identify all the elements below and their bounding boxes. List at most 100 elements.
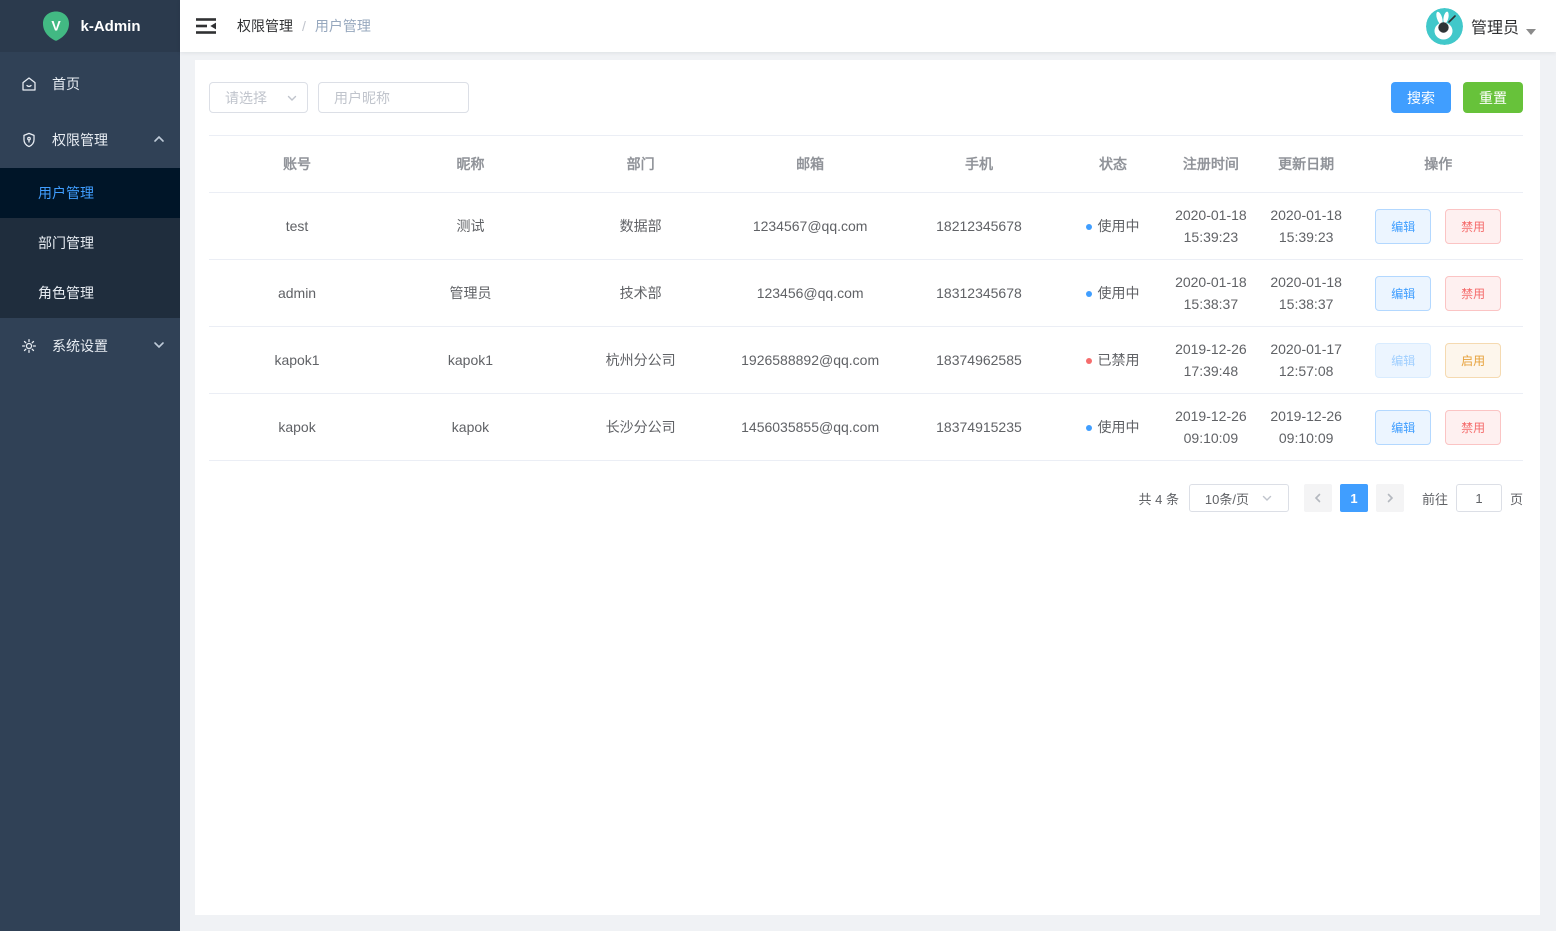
page-content: 请选择 搜索 重置 账号	[180, 52, 1556, 931]
table-row: kapok1 kapok1 杭州分公司 1926588892@qq.com 18…	[209, 326, 1523, 394]
status-badge: 使用中	[1097, 217, 1140, 234]
goto-page-input[interactable]	[1455, 484, 1502, 512]
caret-down-icon	[1526, 29, 1536, 35]
logo-text: k-Admin	[80, 17, 141, 35]
reset-button[interactable]: 重置	[1463, 82, 1523, 113]
edit-button[interactable]: 编辑	[1375, 275, 1432, 311]
cell-register-time: 2020-01-18 15:39:23	[1162, 192, 1259, 260]
status-dot-icon	[1086, 424, 1093, 431]
user-dropdown[interactable]: 管理员	[1425, 7, 1536, 45]
chevron-down-icon	[287, 95, 297, 101]
disable-button[interactable]: 禁用	[1445, 409, 1502, 445]
cell-phone: 18374915235	[894, 393, 1064, 461]
cell-email: 1456035855@qq.com	[725, 393, 895, 461]
total-count: 共 4 条	[1138, 491, 1179, 507]
status-dot-icon	[1086, 357, 1093, 364]
goto-label: 前往	[1421, 491, 1448, 507]
breadcrumb-item[interactable]: 权限管理	[237, 16, 293, 36]
sidebar-collapse-icon[interactable]	[196, 17, 216, 35]
cell-status: 使用中	[1063, 259, 1163, 327]
cell-nickname: kapok1	[385, 326, 556, 394]
cell-status: 已禁用	[1063, 326, 1163, 394]
page-number-button[interactable]: 1	[1339, 484, 1368, 512]
column-header-register-time: 注册时间	[1162, 135, 1259, 193]
header: 权限管理 / 用户管理 管理员	[180, 0, 1556, 52]
chevron-up-icon	[153, 132, 165, 148]
column-header-phone: 手机	[894, 135, 1064, 193]
sidebar-item-user-management[interactable]: 用户管理	[0, 168, 180, 218]
logo-letter: V	[51, 18, 61, 34]
status-select[interactable]: 请选择	[209, 82, 308, 113]
next-page-button[interactable]	[1375, 484, 1404, 512]
table-row: kapok kapok 长沙分公司 1456035855@qq.com 1837…	[209, 393, 1523, 461]
status-badge: 已禁用	[1097, 351, 1140, 368]
cell-update-time: 2020-01-17 12:57:08	[1258, 326, 1354, 394]
sidebar-item-role-management[interactable]: 角色管理	[0, 268, 180, 318]
cell-update-time: 2020-01-18 15:39:23	[1258, 192, 1354, 260]
sidebar-item-home[interactable]: 首页	[0, 56, 180, 112]
submenu-item-label: 角色管理	[38, 285, 94, 301]
cell-actions: 编辑 禁用	[1353, 192, 1523, 260]
cell-nickname: 管理员	[385, 259, 556, 327]
sidebar-menu: 首页 权限管理 用户管理 部门管理 角色管理 系统设置	[0, 52, 180, 374]
search-button[interactable]: 搜索	[1391, 82, 1451, 113]
cell-update-time: 2020-01-18 15:38:37	[1258, 259, 1354, 327]
status-badge: 使用中	[1097, 418, 1140, 435]
chevron-down-icon	[1262, 495, 1272, 501]
pagination: 共 4 条 10条/页 1 前往 页	[209, 484, 1523, 512]
cell-account: test	[209, 192, 386, 260]
breadcrumb: 权限管理 / 用户管理	[237, 16, 371, 36]
filter-bar: 请选择 搜索 重置	[209, 82, 1523, 113]
column-header-email: 邮箱	[725, 135, 895, 193]
sidebar-item-label: 首页	[52, 76, 80, 92]
edit-button[interactable]: 编辑	[1375, 409, 1432, 445]
nickname-input[interactable]	[318, 82, 469, 113]
sidebar-item-department-management[interactable]: 部门管理	[0, 218, 180, 268]
cell-phone: 18374962585	[894, 326, 1064, 394]
user-management-card: 请选择 搜索 重置 账号	[195, 60, 1540, 915]
chevron-down-icon	[153, 338, 165, 354]
column-header-nickname: 昵称	[385, 135, 556, 193]
sidebar-item-label: 权限管理	[52, 132, 108, 148]
sidebar-item-system-settings[interactable]: 系统设置	[0, 318, 180, 374]
cell-phone: 18212345678	[894, 192, 1064, 260]
breadcrumb-separator: /	[302, 18, 306, 34]
prev-page-button[interactable]	[1303, 484, 1332, 512]
cell-nickname: 测试	[385, 192, 556, 260]
disable-button[interactable]: 禁用	[1445, 275, 1502, 311]
cell-actions: 编辑 启用	[1353, 326, 1523, 394]
column-header-department: 部门	[555, 135, 726, 193]
disable-button[interactable]: 禁用	[1445, 208, 1502, 244]
sidebar-item-permission[interactable]: 权限管理	[0, 112, 180, 168]
home-icon	[20, 75, 38, 93]
status-dot-icon	[1086, 223, 1093, 230]
table-header: 账号 昵称 部门 邮箱 手机 状态 注册时间 更新日期 操作	[209, 135, 1523, 193]
edit-button[interactable]: 编辑	[1375, 342, 1432, 378]
select-placeholder: 请选择	[225, 89, 267, 106]
enable-button[interactable]: 启用	[1445, 342, 1502, 378]
edit-button[interactable]: 编辑	[1375, 208, 1432, 244]
status-badge: 使用中	[1097, 284, 1140, 301]
cell-email: 1926588892@qq.com	[725, 326, 895, 394]
column-header-actions: 操作	[1353, 135, 1523, 193]
cell-account: admin	[209, 259, 386, 327]
table-row: admin 管理员 技术部 123456@qq.com 18312345678 …	[209, 259, 1523, 327]
submenu-item-label: 用户管理	[38, 185, 94, 201]
sidebar: V k-Admin 首页 权限管理 用户管理 部门管理 角色管理 系统设置	[0, 0, 180, 931]
logo: V k-Admin	[0, 0, 180, 52]
cell-account: kapok1	[209, 326, 386, 394]
permission-submenu: 用户管理 部门管理 角色管理	[0, 168, 180, 318]
cell-phone: 18312345678	[894, 259, 1064, 327]
shield-icon	[20, 131, 38, 149]
column-header-update-time: 更新日期	[1258, 135, 1354, 193]
column-header-status: 状态	[1063, 135, 1163, 193]
cell-department: 技术部	[555, 259, 726, 327]
logo-icon: V	[42, 11, 69, 41]
page-size-select[interactable]: 10条/页	[1188, 484, 1289, 512]
cell-actions: 编辑 禁用	[1353, 393, 1523, 461]
avatar[interactable]	[1425, 7, 1463, 45]
cell-register-time: 2019-12-26 09:10:09	[1162, 393, 1259, 461]
cell-email: 123456@qq.com	[725, 259, 895, 327]
app-root: V k-Admin 首页 权限管理 用户管理 部门管理 角色管理 系统设置 权限…	[0, 0, 1556, 931]
cell-register-time: 2020-01-18 15:38:37	[1162, 259, 1259, 327]
